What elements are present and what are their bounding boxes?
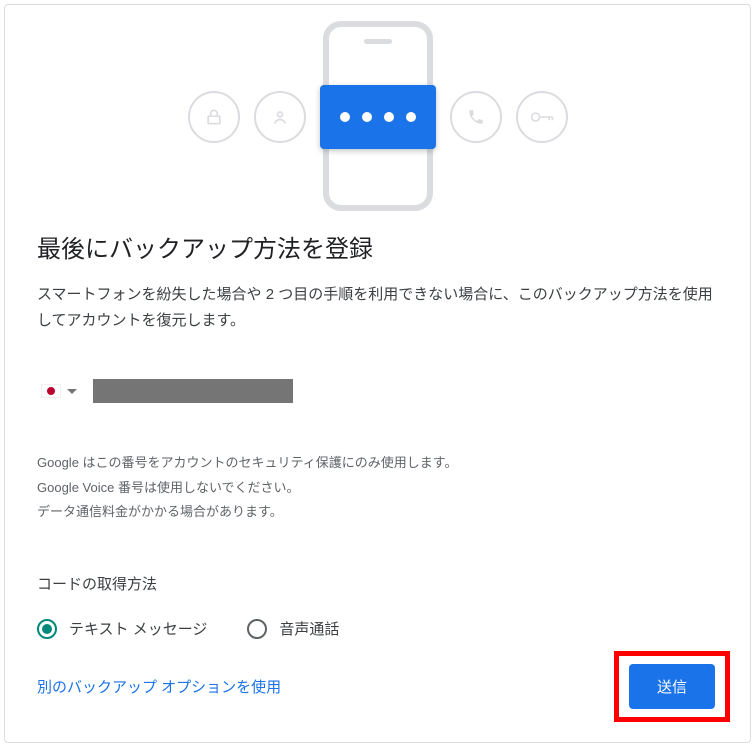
chevron-down-icon [67, 389, 77, 394]
phone-input-row: ██████████ [37, 379, 718, 403]
illustration [5, 5, 750, 205]
disclaimer-line: データ通信料金がかかる場合があります。 [37, 500, 718, 525]
radio-voice-call[interactable]: 音声通話 [247, 618, 339, 639]
disclaimer: Google はこの番号をアカウントのセキュリティ保護にのみ使用します。 Goo… [37, 451, 718, 525]
description: スマートフォンを紛失した場合や 2 つ目の手順を利用できない場合に、このバックア… [37, 282, 718, 333]
submit-highlight-box: 送信 [614, 651, 730, 722]
phone-speaker [364, 39, 392, 44]
radio-label: テキスト メッセージ [69, 618, 207, 639]
footer: 別のバックアップ オプションを使用 送信 [37, 651, 730, 722]
step-icons-row [188, 85, 568, 149]
disclaimer-line: Google Voice 番号は使用しないでください。 [37, 476, 718, 501]
phone-call-icon [450, 91, 502, 143]
dot-icon [384, 112, 394, 122]
radio-group: テキスト メッセージ 音声通話 [37, 618, 718, 639]
submit-button[interactable]: 送信 [629, 664, 715, 709]
flag-japan-icon [41, 384, 61, 398]
page-title: 最後にバックアップ方法を登録 [37, 229, 718, 264]
radio-text-message[interactable]: テキスト メッセージ [37, 618, 207, 639]
dot-icon [340, 112, 350, 122]
key-icon [516, 91, 568, 143]
backup-method-card: 最後にバックアップ方法を登録 スマートフォンを紛失した場合や 2 つ目の手順を利… [4, 4, 751, 743]
phone-number-input[interactable]: ██████████ [93, 379, 293, 403]
lock-icon [188, 91, 240, 143]
content: 最後にバックアップ方法を登録 スマートフォンを紛失した場合や 2 つ目の手順を利… [5, 205, 750, 639]
dot-icon [362, 112, 372, 122]
disclaimer-line: Google はこの番号をアカウントのセキュリティ保護にのみ使用します。 [37, 451, 718, 476]
code-method-label: コードの取得方法 [37, 573, 718, 594]
alt-backup-link[interactable]: 別のバックアップ オプションを使用 [37, 676, 281, 697]
radio-icon [247, 619, 267, 639]
radio-label: 音声通話 [279, 618, 339, 639]
country-dropdown[interactable] [37, 380, 81, 402]
password-step-active [320, 85, 436, 149]
dot-icon [406, 112, 416, 122]
profile-icon [254, 91, 306, 143]
radio-icon [37, 619, 57, 639]
